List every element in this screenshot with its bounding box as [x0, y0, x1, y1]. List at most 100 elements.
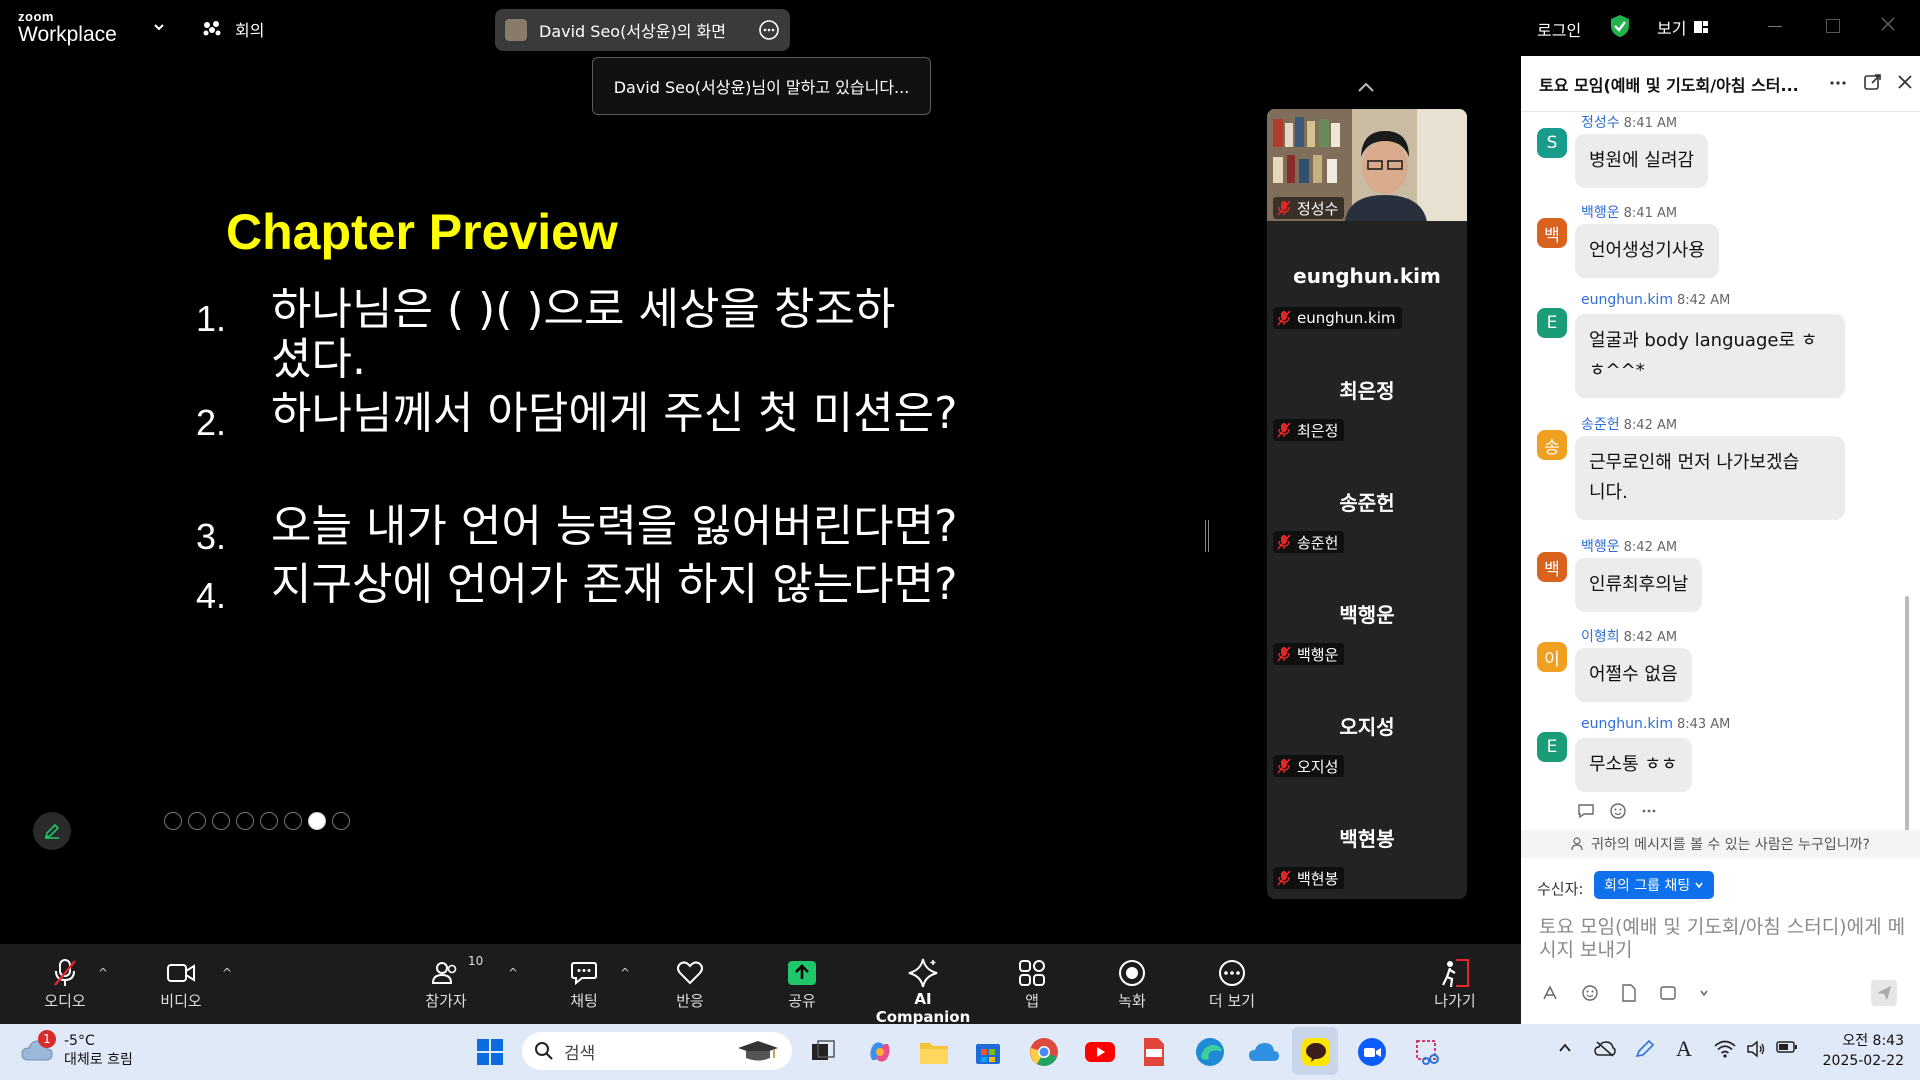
recipient-dropdown[interactable]: 회의 그룹 채팅 — [1594, 871, 1715, 899]
kakaotalk-icon[interactable] — [1296, 1032, 1336, 1072]
format-icon[interactable] — [1541, 984, 1559, 1002]
mic-off-icon — [1277, 870, 1291, 886]
meetings-button[interactable]: 회의 — [201, 17, 264, 41]
close-icon[interactable] — [1880, 16, 1896, 32]
snipping-tool-icon[interactable] — [1408, 1032, 1448, 1072]
chat-options-caret[interactable]: ^ — [620, 966, 630, 980]
mic-off-icon — [1277, 422, 1291, 438]
login-button[interactable]: 로그인 — [1537, 17, 1581, 41]
video-button[interactable]: 비디오 — [156, 956, 206, 1011]
chevron-down-icon[interactable] — [1699, 988, 1709, 998]
view-button[interactable]: 보기 — [1657, 15, 1709, 39]
apps-icon — [1019, 960, 1045, 986]
collapse-up-icon[interactable] — [1356, 80, 1376, 94]
screen-share-pill[interactable]: David Seo(서상윤)의 화면 — [495, 9, 790, 51]
video-options-caret[interactable]: ^ — [222, 966, 232, 980]
timestamp: 8:41 AM — [1623, 116, 1678, 131]
sparkle-icon — [908, 958, 938, 988]
close-icon[interactable] — [1897, 74, 1913, 90]
taskbar-search[interactable]: 검색 — [522, 1032, 792, 1070]
leave-button[interactable]: 나가기 — [1428, 956, 1482, 1011]
sender-name: 백행운 — [1581, 205, 1620, 221]
onedrive-icon[interactable] — [1244, 1032, 1284, 1072]
participant-name-tag: 백현봉 — [1273, 867, 1345, 889]
screenshot-icon[interactable] — [1659, 984, 1677, 1002]
visibility-note[interactable]: 귀하의 메시지를 볼 수 있는 사람은 누구입니까? — [1521, 830, 1920, 858]
chat-button[interactable]: 채팅 — [562, 956, 606, 1011]
reactions-button[interactable]: 반응 — [668, 956, 712, 1011]
task-view-icon[interactable] — [803, 1032, 843, 1072]
minimize-icon[interactable] — [1768, 26, 1782, 27]
emoji-icon[interactable] — [1609, 802, 1627, 820]
pen-icon[interactable] — [212, 812, 230, 830]
chevron-down-icon[interactable] — [152, 20, 166, 34]
participants-icon — [431, 962, 457, 984]
zoom-icon[interactable] — [260, 812, 278, 830]
heart-icon — [677, 961, 703, 985]
popout-icon[interactable] — [1864, 73, 1882, 91]
participant-name-tag: 최은정 — [1273, 419, 1345, 441]
pen-settings-icon[interactable] — [1634, 1038, 1656, 1060]
share-screen-icon — [788, 961, 816, 985]
mic-off-icon — [1277, 758, 1291, 774]
more-icon[interactable] — [332, 812, 350, 830]
notification-badge: 1 — [38, 1030, 56, 1048]
ai-companion-button[interactable]: AI Companion — [868, 956, 978, 1026]
weather-text[interactable]: -5°C 대체로 흐림 — [64, 1032, 133, 1070]
video-camera-icon — [167, 964, 195, 982]
audio-button[interactable]: 오디오 — [40, 956, 90, 1011]
message-input[interactable]: 토요 모임(예배 및 기도회/아침 스터디)에게 메시지 보내기 — [1539, 916, 1909, 962]
message-bubble: 언어생성기사용 — [1575, 224, 1719, 278]
pdf-icon[interactable] — [1134, 1032, 1174, 1072]
cloud-sync-icon[interactable] — [1594, 1040, 1616, 1058]
participant-name: 송준헌 — [1339, 491, 1395, 515]
mic-off-icon — [1277, 200, 1291, 216]
record-icon — [1119, 960, 1145, 986]
chrome-icon[interactable] — [1024, 1032, 1064, 1072]
participant-video[interactable]: 정성수 — [1267, 109, 1467, 221]
participants-button[interactable]: 참가자 — [420, 956, 472, 1011]
system-status-icons[interactable] — [1714, 1040, 1798, 1058]
prev-icon[interactable] — [164, 812, 182, 830]
participant-name: 오지성 — [1339, 715, 1395, 739]
participants-options-caret[interactable]: ^ — [508, 966, 518, 980]
subtitle-icon[interactable] — [284, 812, 302, 830]
speaking-banner: David Seo(서상윤)님이 말하고 있습니다... — [592, 57, 931, 115]
youtube-icon[interactable] — [1080, 1032, 1120, 1072]
chevron-up-icon[interactable] — [1558, 1042, 1572, 1054]
item-number: 1. — [196, 298, 227, 339]
edge-icon[interactable] — [1190, 1032, 1230, 1072]
ms-store-icon[interactable] — [968, 1032, 1008, 1072]
next-icon[interactable] — [188, 812, 206, 830]
more-options-icon[interactable] — [758, 19, 780, 41]
file-explorer-icon[interactable] — [914, 1032, 954, 1072]
file-icon[interactable] — [1621, 984, 1637, 1002]
slides-icon[interactable] — [236, 812, 254, 830]
shield-check-icon[interactable] — [1609, 14, 1631, 38]
reply-icon[interactable] — [1577, 802, 1595, 820]
annotate-pencil-icon[interactable] — [33, 812, 71, 850]
item-number: 2. — [196, 402, 227, 443]
copilot-icon[interactable] — [860, 1032, 900, 1072]
windows-start-icon[interactable] — [470, 1032, 510, 1072]
chat-scrollbar[interactable] — [1905, 596, 1909, 836]
system-clock[interactable]: 오전 8:43 2025-02-22 — [1814, 1031, 1904, 1071]
slide-controls[interactable] — [164, 812, 350, 830]
avatar: 백 — [1537, 218, 1567, 248]
more-button[interactable]: 더 보기 — [1200, 956, 1264, 1011]
timestamp: 8:41 AM — [1623, 206, 1678, 221]
emoji-icon[interactable] — [1581, 984, 1599, 1002]
more-icon[interactable] — [1641, 808, 1657, 814]
record-button[interactable]: 녹화 — [1110, 956, 1154, 1011]
audio-options-caret[interactable]: ^ — [98, 966, 108, 980]
zoom-app-icon[interactable] — [1352, 1032, 1392, 1072]
maximize-icon[interactable] — [1826, 19, 1840, 33]
resize-handle[interactable] — [1205, 520, 1209, 552]
avatar: 송 — [1537, 430, 1567, 460]
apps-button[interactable]: 앱 — [1010, 956, 1054, 1011]
language-indicator-icon[interactable]: A — [1676, 1036, 1692, 1062]
send-icon[interactable] — [1871, 980, 1897, 1006]
more-options-icon[interactable] — [1829, 74, 1847, 92]
camera-icon[interactable] — [308, 812, 326, 830]
share-button[interactable]: 공유 — [780, 956, 824, 1011]
